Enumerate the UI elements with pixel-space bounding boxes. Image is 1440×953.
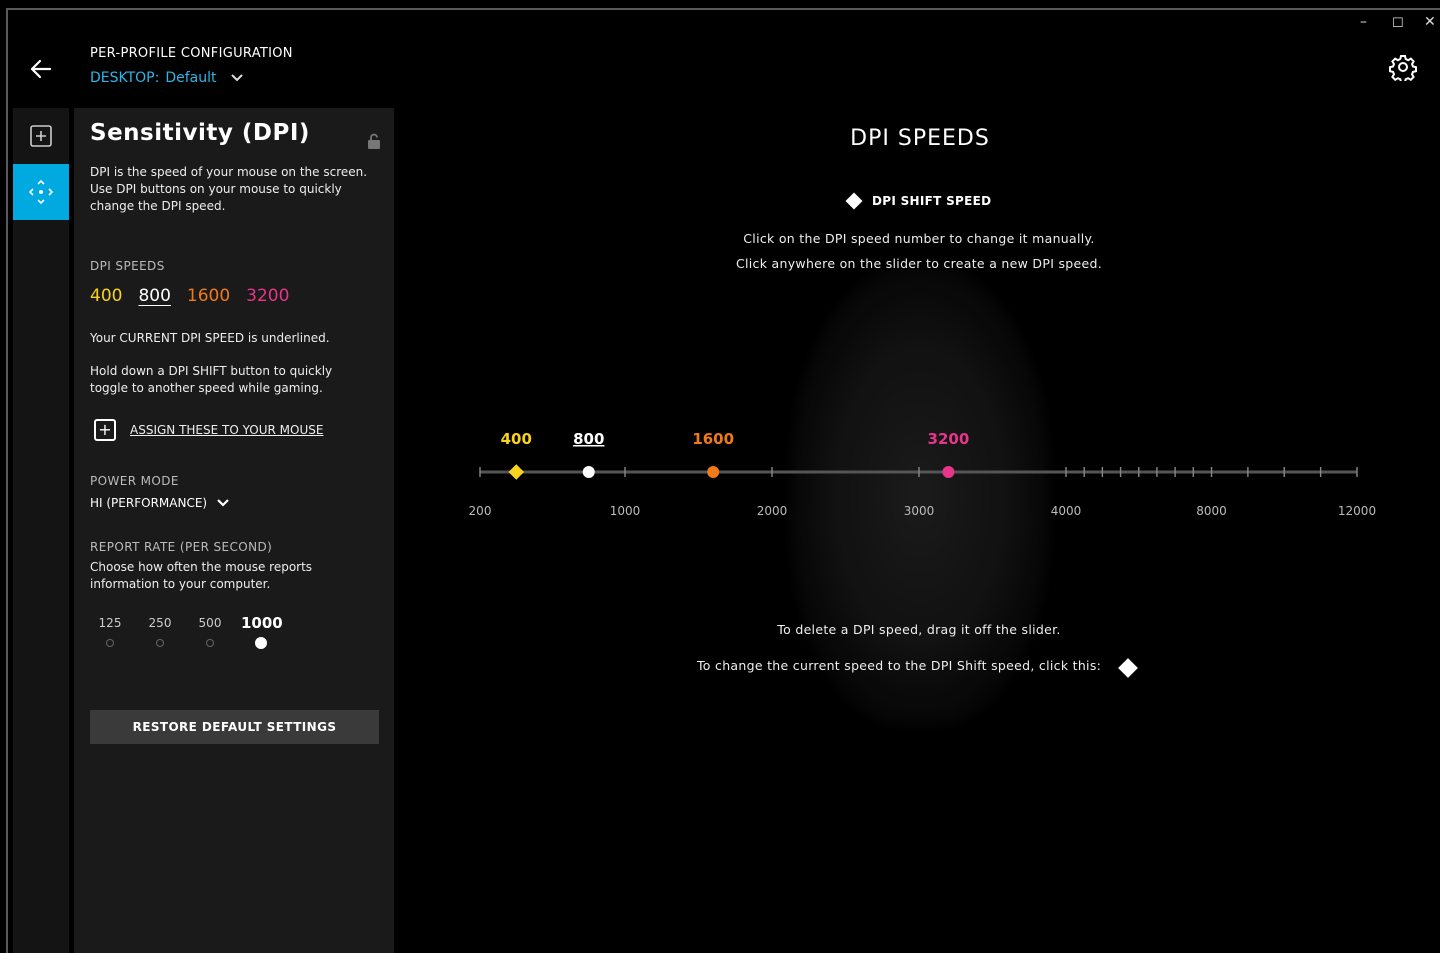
slider-handle-800[interactable]	[582, 466, 595, 478]
slider-handle-400[interactable]	[508, 464, 525, 480]
slider-axis-label: 12000	[1338, 504, 1376, 518]
delete-note: To delete a DPI speed, drag it off the s…	[777, 622, 1061, 637]
slider-point-label-400[interactable]: 400	[501, 430, 532, 448]
slider-axis-label: 2000	[757, 504, 788, 518]
slider-point-label-1600[interactable]: 1600	[692, 430, 734, 448]
slider-axis-label: 1000	[610, 504, 641, 518]
slider-axis-label: 3000	[904, 504, 935, 518]
slider-handle-1600[interactable]	[707, 466, 720, 478]
slider-axis-label: 8000	[1196, 504, 1227, 518]
shift-click-note: To change the current speed to the DPI S…	[697, 658, 1102, 673]
slider-handle-3200[interactable]	[942, 466, 955, 478]
slider-point-label-3200[interactable]: 3200	[928, 430, 970, 448]
slider-axis-label: 200	[469, 504, 492, 518]
dpi-slider[interactable]: 200 1000 2000 3000 4000 8000 12000 400 800 1600 32…	[0, 0, 1440, 953]
slider-point-label-800[interactable]: 800	[573, 430, 604, 448]
slider-axis-label: 4000	[1051, 504, 1082, 518]
